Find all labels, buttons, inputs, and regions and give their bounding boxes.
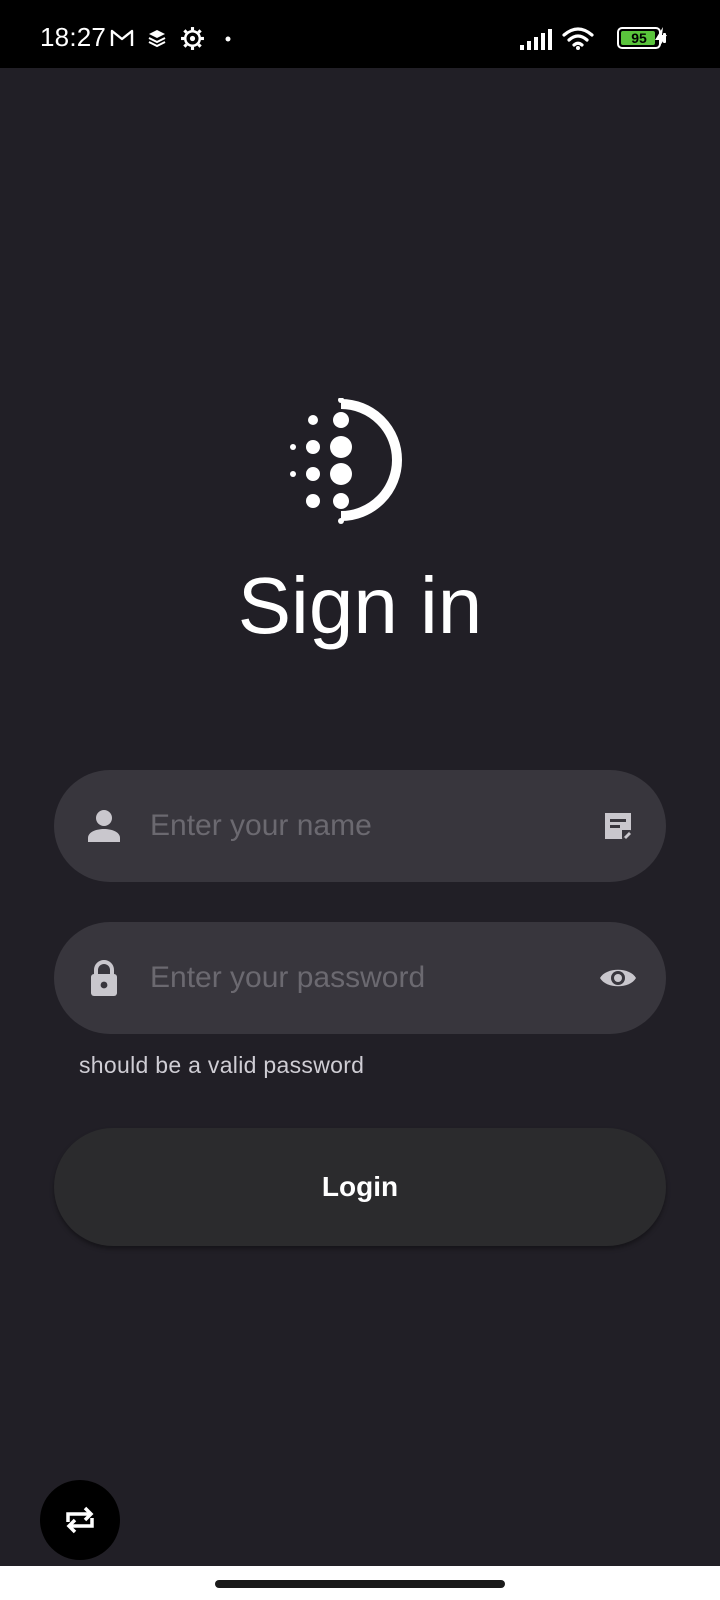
lock-icon [91, 960, 117, 996]
gmail-icon [110, 29, 134, 46]
repeat-icon [66, 1506, 94, 1534]
password-field[interactable] [54, 922, 666, 1034]
sign-in-screen: 18:27 95 Sign in Enter your name should … [0, 0, 720, 1600]
name-input[interactable] [150, 770, 580, 882]
note-icon[interactable] [598, 806, 638, 846]
wifi-icon [562, 27, 594, 50]
password-helper-text: should be a valid password [79, 1052, 365, 1078]
visibility-eye-icon[interactable] [598, 958, 638, 998]
status-time: 18:27 [40, 22, 107, 52]
page-title: Sign in [237, 561, 483, 650]
dot-icon [225, 36, 231, 42]
login-button[interactable]: Login [54, 1128, 666, 1246]
signal-icon [520, 29, 552, 50]
layers-icon [148, 30, 166, 48]
password-input[interactable] [150, 922, 580, 1034]
switch-fab-button[interactable] [40, 1480, 120, 1560]
home-indicator[interactable] [215, 1580, 505, 1588]
name-field[interactable] [54, 770, 666, 882]
charging-icon [655, 27, 667, 49]
battery-level: 95 [631, 30, 647, 46]
settings-gear-icon [181, 27, 204, 50]
status-bar: 18:27 95 [0, 0, 720, 68]
person-icon [88, 810, 120, 842]
app-logo-icon [290, 398, 402, 524]
